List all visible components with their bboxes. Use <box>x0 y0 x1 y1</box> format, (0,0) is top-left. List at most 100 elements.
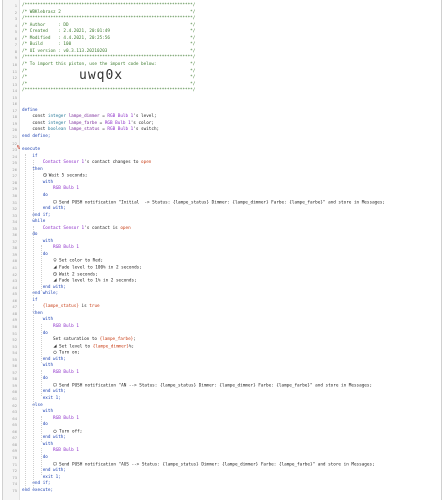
line-number: 41 <box>12 265 17 270</box>
code-line[interactable]: 33 end if; <box>3 213 441 220</box>
code-line[interactable]: 63 with <box>3 409 441 416</box>
code-token[interactable]: RGB Bulb 1 <box>53 370 79 375</box>
code-line[interactable]: 66 Turn off; <box>3 429 441 436</box>
code-line[interactable]: 10 /* To import this piston, use the impo… <box>3 62 441 69</box>
code-line[interactable]: 31 Send PUSH notification "Initial -> St… <box>3 200 441 207</box>
code-line[interactable]: 18 const integer lampe_dimmer = RGB Bulb… <box>3 114 441 121</box>
line-number: 26 <box>12 166 17 172</box>
code-line[interactable]: 16 <box>3 101 441 108</box>
code-line[interactable]: 58 do <box>3 376 441 383</box>
code-line[interactable]: 65 do <box>3 422 441 429</box>
code-token: Turn off; <box>59 429 83 435</box>
code-line[interactable]: 34 while <box>3 219 441 226</box>
code-token[interactable]: RGB Bulb 1 <box>53 448 79 453</box>
code-line[interactable]: 61 exit 1; <box>3 396 441 403</box>
code-token[interactable]: RGB Bulb 1 <box>53 186 79 191</box>
code-line[interactable]: 49 with <box>3 317 441 324</box>
code-line[interactable]: 60 end with; <box>3 389 441 396</box>
code-line[interactable]: 38 RGB Bulb 1 <box>3 245 441 252</box>
code-token: 's level; <box>133 114 157 120</box>
code-line[interactable]: 41 Fade level to 100% in 2 seconds; <box>3 265 441 272</box>
code-line[interactable]: 73 exit 1; <box>3 475 441 482</box>
code-line[interactable]: 32 end with; <box>3 206 441 213</box>
code-line[interactable]: 64 RGB Bulb 1 <box>3 416 441 423</box>
code-token[interactable]: open <box>141 160 151 165</box>
code-line[interactable]: 54 Turn on; <box>3 350 441 357</box>
code-text: end define; <box>22 134 50 141</box>
code-token[interactable]: open <box>120 226 130 231</box>
code-line[interactable]: 56 with <box>3 363 441 370</box>
code-line[interactable]: 67 end with; <box>3 435 441 442</box>
line-number: 42 <box>12 271 17 277</box>
code-line[interactable]: 29 RGB Bulb 1 <box>3 186 441 193</box>
code-token[interactable]: RGB Bulb 1 <box>53 245 79 250</box>
code-line[interactable]: 48 then <box>3 311 441 318</box>
code-line[interactable]: 69 RGB Bulb 1 <box>3 448 441 455</box>
code-line[interactable]: 12/* */ <box>3 75 441 82</box>
code-token: Send PUSH notification "AN --> Status: {… <box>59 383 373 389</box>
code-line[interactable]: 47 {lampe_status} is true <box>3 304 441 311</box>
code-token: end if; <box>22 481 51 487</box>
code-line[interactable]: 15 <box>3 95 441 102</box>
code-line[interactable]: 52 Set saturation to {lampe_farbe}; <box>3 337 441 344</box>
code-token[interactable]: RGB Bulb 1 <box>107 114 133 119</box>
code-line[interactable]: 55 end with; <box>3 357 441 364</box>
line-number: 27 <box>12 173 17 179</box>
code-line[interactable]: 22 <box>3 141 441 148</box>
code-token[interactable]: RGB Bulb 1 <box>107 127 133 132</box>
code-line[interactable]: 44 end with; <box>3 285 441 292</box>
code-token[interactable]: true <box>89 304 99 309</box>
code-line[interactable]: 42 Wait 2 seconds; <box>3 272 441 279</box>
code-line[interactable]: 26 then <box>3 167 441 174</box>
code-token[interactable]: RGB Bulb 1 <box>53 324 79 329</box>
code-token[interactable]: RGB Bulb 1 <box>53 416 79 421</box>
code-token: /***************************************… <box>22 55 196 61</box>
code-line[interactable]: 50 RGB Bulb 1 <box>3 324 441 331</box>
code-token[interactable]: Contact Sensor 1 <box>43 160 84 165</box>
line-number: 14 <box>12 88 17 94</box>
line-number: 35 <box>12 225 17 231</box>
code-line[interactable]: 57 RGB Bulb 1 <box>3 370 441 377</box>
code-line[interactable]: 20 const boolean lampe_status = RGB Bulb… <box>3 127 441 134</box>
code-token[interactable]: {lampe_dimmer} <box>93 344 129 349</box>
code-line[interactable]: 70 do <box>3 455 441 462</box>
code-line[interactable]: 25 Contact Sensor 1's contact changes to… <box>3 160 441 167</box>
code-line[interactable]: 45 end while; <box>3 291 441 298</box>
code-text: end with; <box>22 389 66 396</box>
line-number: 30 <box>12 192 17 198</box>
code-line[interactable]: 59 Send PUSH notification "AN --> Status… <box>3 383 441 390</box>
line-number: 52 <box>12 337 17 343</box>
code-line[interactable]: 62 else <box>3 403 441 410</box>
code-line[interactable]: 7 /* Build : 100 */ <box>3 42 441 49</box>
code-line[interactable]: 43 Fade level to 1% in 2 seconds; <box>3 278 441 285</box>
code-line[interactable]: 72 end with; <box>3 468 441 475</box>
code-line[interactable]: 21 end define; <box>3 134 441 141</box>
code-line[interactable]: 27 Wait 5 seconds; <box>3 173 441 180</box>
code-token[interactable]: RGB Bulb 1 <box>105 121 131 126</box>
code-token: end with; <box>22 468 66 474</box>
line-number: 19 <box>12 120 17 126</box>
code-line[interactable]: 5 /* Created : 2.4.2021, 20:01:49 */ <box>3 29 441 36</box>
code-line[interactable]: 14 /*************************************… <box>3 88 441 95</box>
code-token[interactable]: Contact Sensor 1 <box>43 226 84 231</box>
code-line[interactable]: 30 do <box>3 193 441 200</box>
code-line[interactable]: 23 execute <box>3 147 441 154</box>
code-line[interactable]: 3 /**************************************… <box>3 16 441 23</box>
code-line[interactable]: 53 Set level to {lampe_dimmer}%; <box>3 344 441 351</box>
code-line[interactable]: 36 do <box>3 232 441 239</box>
code-line[interactable]: 40 Set color to Red; <box>3 258 441 265</box>
code-line[interactable]: 71 Send PUSH notification "AUS --> Statu… <box>3 462 441 469</box>
code-line[interactable]: 74 end if; <box>3 481 441 488</box>
code-line[interactable]: 9 /**************************************… <box>3 55 441 62</box>
code-line[interactable]: 75 end execute; <box>3 488 441 495</box>
code-line[interactable]: 35 Contact Sensor 1's contact is open <box>3 226 441 233</box>
line-number: 46 <box>12 297 17 303</box>
code-line[interactable]: 39 do <box>3 252 441 259</box>
code-token[interactable]: {lampe_farbe} <box>100 337 134 342</box>
code-line[interactable]: 1 /**************************************… <box>3 3 441 10</box>
code-token[interactable]: {lampe_status} <box>43 304 79 309</box>
code-token: lampe_dimmer <box>68 114 100 120</box>
